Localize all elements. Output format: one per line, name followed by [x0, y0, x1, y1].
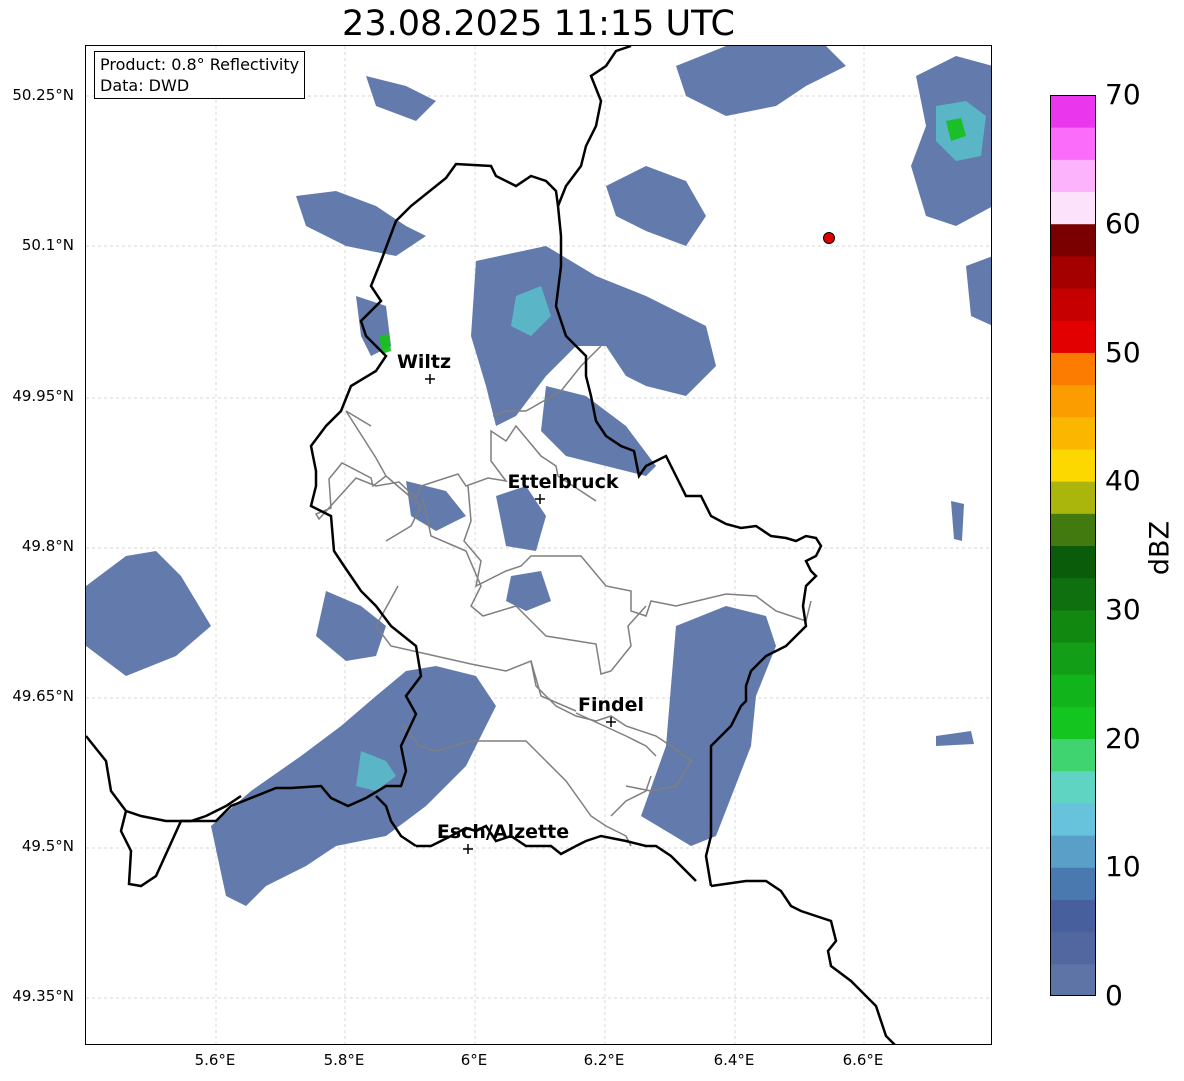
lat-tick-label: 50.25°N — [12, 86, 74, 104]
echo-west — [86, 551, 211, 676]
colorbar-segment — [1050, 609, 1096, 643]
radar-site-marker — [823, 232, 835, 244]
colorbar-segment — [1050, 867, 1096, 900]
colorbar-segment — [1050, 963, 1096, 996]
echo-east-small — [951, 501, 964, 541]
colorbar-segment — [1050, 288, 1096, 321]
echo-top-right — [676, 46, 846, 116]
colorbar-segment — [1050, 159, 1096, 193]
lat-tick-label: 49.35°N — [12, 987, 74, 1005]
lat-tick-label: 49.65°N — [12, 687, 74, 705]
colorbar-segment — [1050, 416, 1096, 450]
map-title: 23.08.2025 11:15 UTC — [342, 4, 735, 44]
lat-tick-label: 49.5°N — [21, 837, 74, 855]
lat-tick-label: 49.8°N — [21, 537, 74, 555]
colorbar-segment — [1050, 642, 1096, 675]
colorbar-segment — [1050, 223, 1096, 257]
echo-east-edge — [966, 256, 991, 326]
city-label-findel: Findel — [577, 694, 645, 716]
city-label-esch: Esch/Alzette — [436, 821, 570, 843]
colorbar-segment — [1050, 835, 1096, 868]
graticule — [86, 46, 991, 1044]
colorbar-segment — [1050, 899, 1096, 933]
data-source-label: Data: DWD — [100, 76, 190, 95]
border-germany-france — [710, 879, 896, 1044]
colorbar-tick: 40 — [1105, 464, 1141, 497]
colorbar-segment — [1050, 738, 1096, 772]
echo-southwest — [211, 666, 496, 906]
echo-findel-east — [641, 606, 776, 846]
colorbar-segment — [1050, 384, 1096, 418]
colorbar-tick: 30 — [1105, 593, 1141, 626]
colorbar-segment — [1050, 770, 1096, 804]
echo-north-central — [471, 246, 716, 426]
colorbar-label: dBZ — [1144, 520, 1176, 576]
colorbar-segment — [1050, 95, 1096, 128]
echo-north-south — [541, 386, 656, 476]
colorbar-segment — [1050, 545, 1096, 579]
colorbar-tick: 70 — [1105, 78, 1141, 111]
esch-marker — [463, 844, 473, 854]
colorbar-tick: 50 — [1105, 336, 1141, 369]
city-label-wiltz: Wiltz — [396, 351, 452, 373]
lon-tick-label: 5.8°E — [323, 1051, 365, 1069]
colorbar-segment — [1050, 513, 1096, 546]
lon-tick-label: 6°E — [460, 1051, 488, 1069]
colorbar-segment — [1050, 481, 1096, 514]
radar-map[interactable] — [85, 45, 992, 1045]
city-label-ettelbruck: Ettelbruck — [507, 471, 619, 493]
lon-tick-label: 6.4°E — [713, 1051, 755, 1069]
colorbar-tick: 10 — [1105, 850, 1141, 883]
colorbar-segment — [1050, 255, 1096, 289]
echo-ettelbruck-west — [406, 481, 466, 531]
echo-ettelbruck — [496, 486, 546, 551]
map-canvas — [86, 46, 991, 1044]
colorbar — [1050, 95, 1096, 996]
colorbar-segment — [1050, 802, 1096, 836]
echo-east-isolated — [936, 731, 974, 746]
colorbar-segment — [1050, 931, 1096, 965]
colorbar-segment — [1050, 706, 1096, 740]
lat-tick-label: 50.1°N — [21, 236, 74, 254]
echo-north-top — [366, 76, 436, 121]
info-box: Product: 0.8° Reflectivity Data: DWD — [94, 51, 306, 99]
product-label: Product: 0.8° Reflectivity — [100, 55, 300, 74]
colorbar-segment — [1050, 577, 1096, 611]
colorbar-tick: 20 — [1105, 722, 1141, 755]
colorbar-segment — [1050, 674, 1096, 707]
lon-tick-label: 6.2°E — [583, 1051, 625, 1069]
echo-center — [506, 571, 551, 611]
lon-tick-label: 6.6°E — [842, 1051, 884, 1069]
colorbar-segment — [1050, 191, 1096, 225]
wiltz-marker — [425, 374, 435, 384]
country-borders — [86, 46, 896, 1044]
colorbar-segment — [1050, 320, 1096, 353]
colorbar-segment — [1050, 127, 1096, 160]
lat-tick-label: 49.95°N — [12, 387, 74, 405]
lon-tick-label: 5.6°E — [194, 1051, 236, 1069]
colorbar-segment — [1050, 448, 1096, 482]
colorbar-tick: 60 — [1105, 207, 1141, 240]
colorbar-segment — [1050, 352, 1096, 386]
colorbar-tick: 0 — [1105, 979, 1123, 1012]
echo-north-east — [606, 166, 706, 246]
